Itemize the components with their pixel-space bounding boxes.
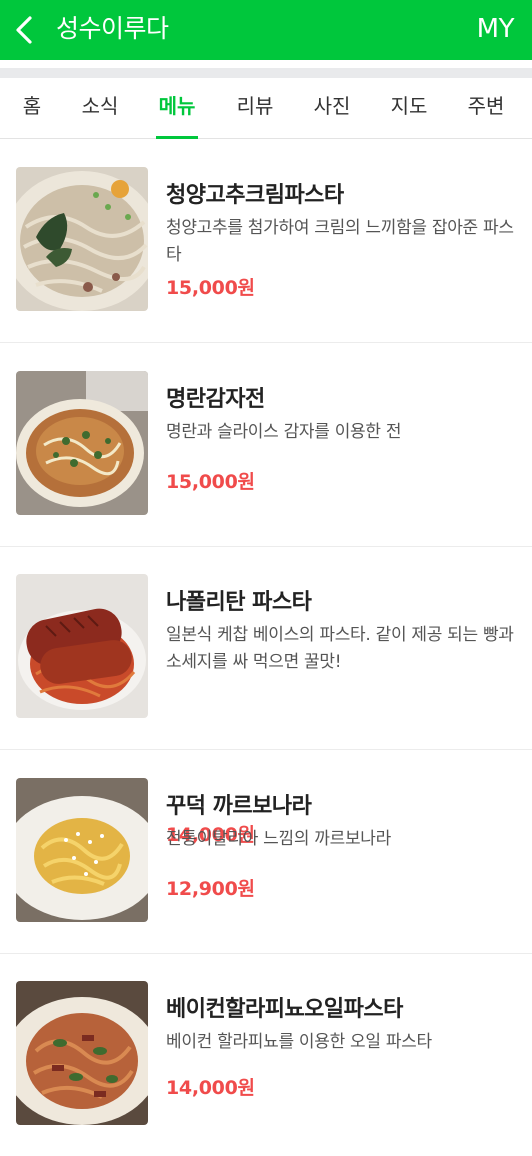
cream-pasta-photo: [16, 167, 148, 311]
menu-item[interactable]: 베이컨할라피뇨오일파스타 베이컨 할라피뇨를 이용한 오일 파스타 14,000…: [0, 953, 532, 1156]
menu-item[interactable]: 나폴리탄 파스타 일본식 케찹 베이스의 파스타. 같이 제공 되는 빵과 소세…: [0, 546, 532, 846]
menu-item[interactable]: 청양고추크림파스타 청양고추를 첨가하여 크림의 느끼함을 잡아준 파스타 15…: [0, 139, 532, 343]
back-arrow-icon[interactable]: [12, 14, 40, 46]
menu-item-name: 나폴리탄 파스타: [166, 590, 312, 615]
tab-news[interactable]: 소식: [65, 78, 135, 138]
menu-item[interactable]: 명란감자전 명란과 슬라이스 감자를 이용한 전 15,000원: [0, 343, 532, 547]
tab-reviews[interactable]: 리뷰: [220, 78, 290, 138]
menu-item-description: 베이컨 할라피뇨를 이용한 오일 파스타: [166, 1032, 432, 1052]
page-title: 성수이루다: [56, 14, 169, 43]
section-divider: [0, 68, 532, 78]
carbonara-photo: [16, 778, 148, 922]
header-spacer: [0, 60, 532, 68]
potato-pancake-photo: [16, 371, 148, 515]
menu-item-description: 청양고추를 첨가하여 크림의 느끼함을 잡아준 파스타: [166, 218, 514, 265]
menu-item[interactable]: 꾸덕 까르보나라 전통이탈리아 느낌의 까르보나라 12,900원: [0, 750, 532, 954]
menu-item-description: 명란과 슬라이스 감자를 이용한 전: [166, 422, 402, 442]
tab-home[interactable]: 홈: [0, 78, 67, 138]
tab-nearby[interactable]: 주변: [451, 78, 521, 138]
menu-item-description: 일본식 케찹 베이스의 파스타. 같이 제공 되는 빵과 소세지를 싸 먹으면 …: [166, 625, 514, 672]
menu-item-price: 14,000원: [166, 1077, 255, 1099]
menu-item-price: 12,900원: [166, 878, 255, 900]
tab-bar: 홈 소식 메뉴 리뷰 사진 지도 주변: [0, 78, 532, 139]
menu-item-name: 꾸덕 까르보나라: [166, 794, 312, 819]
napolitan-pasta-photo: [16, 574, 148, 718]
menu-item-name: 청양고추크림파스타: [166, 183, 344, 208]
menu-item-name: 베이컨할라피뇨오일파스타: [166, 997, 403, 1022]
menu-item-description: 전통이탈리아 느낌의 까르보나라: [166, 829, 391, 849]
menu-item-price: 15,000원: [166, 471, 255, 493]
menu-item-price: 15,000원: [166, 277, 255, 299]
tab-photos[interactable]: 사진: [297, 78, 367, 138]
tab-map[interactable]: 지도: [374, 78, 444, 138]
my-button[interactable]: MY: [477, 13, 515, 45]
app-header: 성수이루다 MY: [0, 0, 532, 60]
menu-item-name: 명란감자전: [166, 387, 265, 412]
jalapeno-oil-pasta-photo: [16, 981, 148, 1125]
tab-menu[interactable]: 메뉴: [142, 78, 212, 139]
